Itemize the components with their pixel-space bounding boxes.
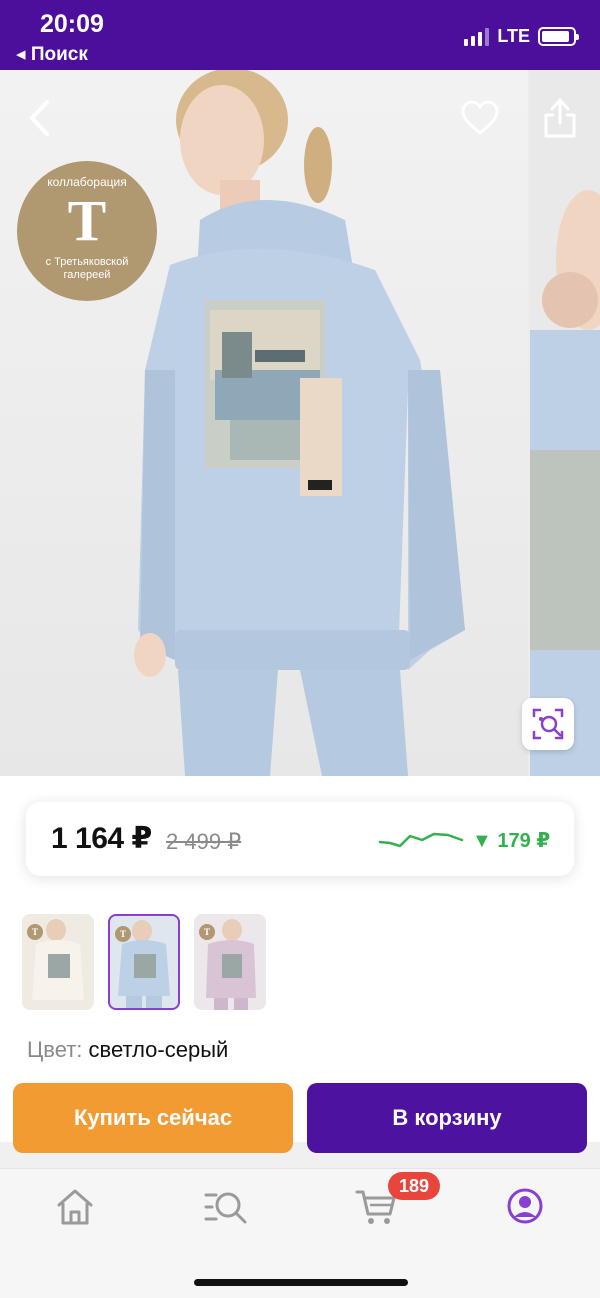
- color-value: светло-серый: [88, 1037, 229, 1062]
- collab-logo-letter: T: [67, 188, 107, 253]
- color-swatch-cream[interactable]: T: [22, 914, 94, 1010]
- catalog-search-icon: [204, 1192, 247, 1224]
- color-swatch-lilac[interactable]: T: [194, 914, 266, 1010]
- back-to-search-link[interactable]: ◂ Поиск: [16, 43, 88, 66]
- network-type: LTE: [497, 26, 530, 46]
- buy-now-button[interactable]: Купить сейчас: [13, 1083, 293, 1153]
- signal-icon: [464, 27, 490, 46]
- share-icon[interactable]: [540, 94, 580, 140]
- status-indicators: LTE: [464, 26, 579, 47]
- home-icon: [57, 1189, 93, 1225]
- color-swatches: T T T: [22, 914, 266, 1010]
- color-swatch-light-blue[interactable]: T: [108, 914, 180, 1010]
- color-label: Цвет:: [27, 1037, 83, 1062]
- back-chevron-icon[interactable]: [22, 98, 58, 138]
- profile-icon: [507, 1188, 543, 1224]
- swatch-collab-badge: T: [199, 924, 215, 940]
- visual-search-button[interactable]: [522, 698, 574, 750]
- selected-color: Цвет: светло-серый: [27, 1037, 228, 1063]
- visual-search-icon: [532, 708, 564, 740]
- heart-icon[interactable]: [458, 98, 502, 138]
- price-card[interactable]: 1 164 ₽ 2 499 ₽ ▼ 179 ₽: [26, 802, 574, 876]
- status-time: 20:09: [40, 10, 104, 38]
- cart-count-badge: 189: [388, 1172, 440, 1200]
- swatch-collab-badge: T: [115, 926, 131, 942]
- price-history-sparkline[interactable]: [378, 826, 464, 854]
- home-indicator[interactable]: [194, 1279, 408, 1286]
- swatch-collab-badge: T: [27, 924, 43, 940]
- old-price: 2 499 ₽: [166, 829, 242, 854]
- next-photo-illustration: [530, 190, 600, 776]
- battery-icon: [538, 27, 579, 46]
- status-bar: 20:09 ◂ Поиск LTE: [0, 0, 600, 70]
- collaboration-badge: коллаборация T с Третьяковской галереей: [17, 161, 157, 301]
- collab-badge-bottom-text: с Третьяковской галереей: [45, 256, 129, 281]
- add-to-cart-button[interactable]: В корзину: [307, 1083, 587, 1153]
- nav-catalog[interactable]: [202, 1187, 250, 1232]
- product-image-gallery[interactable]: коллаборация T с Третьяковской галереей: [0, 70, 600, 776]
- price-drop: ▼ 179 ₽: [472, 830, 551, 852]
- nav-home[interactable]: [54, 1187, 96, 1232]
- next-product-photo[interactable]: [530, 70, 600, 776]
- nav-profile[interactable]: [506, 1187, 544, 1230]
- current-price: 1 164 ₽: [51, 822, 152, 855]
